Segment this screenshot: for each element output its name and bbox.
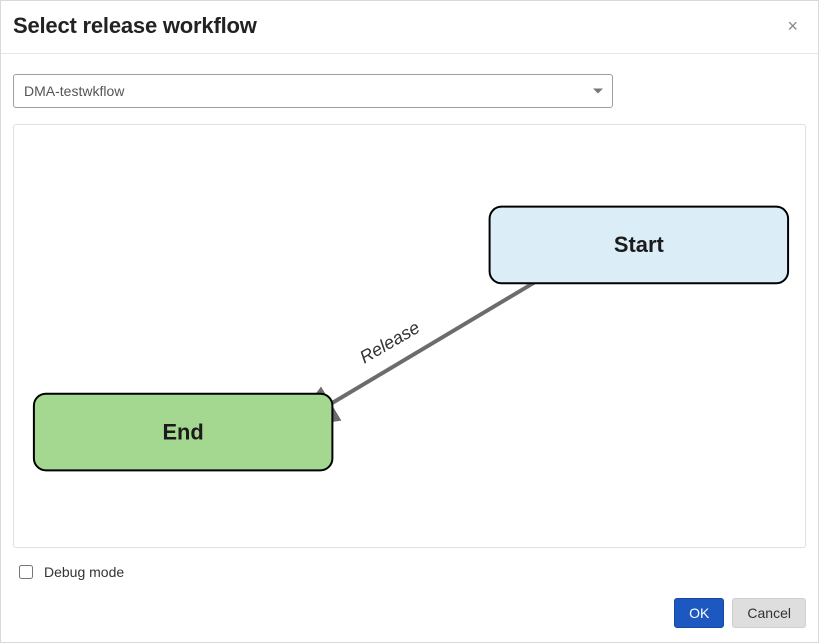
workflow-edge-release[interactable] bbox=[324, 281, 536, 407]
select-release-workflow-dialog: Select release workflow × DMA-testwkflow… bbox=[0, 0, 819, 643]
debug-mode-checkbox[interactable] bbox=[19, 565, 33, 579]
workflow-node-start[interactable]: Start bbox=[490, 207, 788, 284]
workflow-diagram-canvas[interactable]: Release Start End bbox=[13, 124, 806, 548]
workflow-diagram-svg: Release Start End bbox=[14, 125, 805, 547]
workflow-edge-label: Release bbox=[356, 317, 423, 367]
workflow-node-end[interactable]: End bbox=[34, 394, 332, 471]
dialog-body: DMA-testwkflow Release Start bbox=[1, 54, 818, 588]
debug-mode-label: Debug mode bbox=[44, 564, 124, 580]
close-icon[interactable]: × bbox=[781, 13, 804, 39]
workflow-node-end-label: End bbox=[162, 419, 203, 444]
workflow-select-value: DMA-testwkflow bbox=[13, 74, 613, 108]
dialog-title: Select release workflow bbox=[13, 13, 257, 39]
dialog-header: Select release workflow × bbox=[1, 1, 818, 54]
workflow-node-start-label: Start bbox=[614, 232, 665, 257]
cancel-button[interactable]: Cancel bbox=[732, 598, 806, 628]
debug-mode-row[interactable]: Debug mode bbox=[15, 562, 804, 582]
dialog-footer: OK Cancel bbox=[1, 588, 818, 642]
ok-button[interactable]: OK bbox=[674, 598, 724, 628]
workflow-select[interactable]: DMA-testwkflow bbox=[13, 74, 613, 108]
